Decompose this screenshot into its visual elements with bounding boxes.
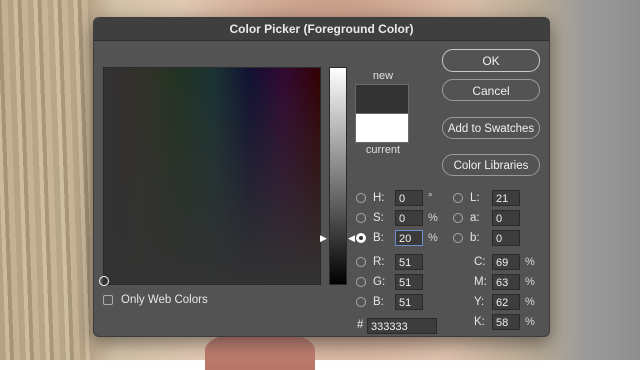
rgb-r-radio[interactable] xyxy=(356,257,366,267)
hsb-s-input[interactable]: 0 xyxy=(395,210,423,226)
lab-b-radio[interactable] xyxy=(453,233,463,243)
rgb-g-input[interactable]: 51 xyxy=(395,274,423,290)
hsb-h-label: H: xyxy=(373,192,385,204)
rgb-g-label: G: xyxy=(373,276,386,288)
new-color-swatch xyxy=(355,84,409,113)
rgb-r-input[interactable]: 51 xyxy=(395,254,423,270)
rgb-b-input[interactable]: 51 xyxy=(395,294,423,310)
current-color-label: current xyxy=(365,144,401,156)
hsb-s-radio[interactable] xyxy=(356,213,366,223)
cmyk-m-label: M: xyxy=(474,276,487,288)
only-web-colors-checkbox[interactable] xyxy=(103,295,113,305)
brightness-slider[interactable] xyxy=(329,67,347,285)
lab-l-radio[interactable] xyxy=(453,193,463,203)
ok-button[interactable]: OK xyxy=(442,49,540,72)
cmyk-c-label: C: xyxy=(474,256,486,268)
new-color-label: new xyxy=(372,70,394,82)
cmyk-m-unit: % xyxy=(525,276,535,288)
cmyk-k-label: K: xyxy=(474,316,485,328)
dialog-title: Color Picker (Foreground Color) xyxy=(94,18,549,41)
lab-b-input[interactable]: 0 xyxy=(492,230,520,246)
hsb-b-radio[interactable] xyxy=(356,233,366,243)
cmyk-y-unit: % xyxy=(525,296,535,308)
lab-l-input[interactable]: 21 xyxy=(492,190,520,206)
lab-a-radio[interactable] xyxy=(453,213,463,223)
slider-right-arrow-icon[interactable]: ◀ xyxy=(348,233,355,244)
hsb-h-input[interactable]: 0 xyxy=(395,190,423,206)
lab-a-label: a: xyxy=(470,212,480,224)
background-hair xyxy=(0,0,90,360)
cmyk-y-label: Y: xyxy=(474,296,485,308)
color-field-cursor[interactable] xyxy=(99,276,109,286)
slider-left-arrow-icon[interactable]: ▶ xyxy=(320,233,327,244)
cmyk-k-unit: % xyxy=(525,316,535,328)
hsb-s-label: S: xyxy=(373,212,384,224)
lab-a-input[interactable]: 0 xyxy=(492,210,520,226)
hex-input[interactable]: 333333 xyxy=(367,318,437,334)
add-to-swatches-button[interactable]: Add to Swatches xyxy=(442,117,540,139)
color-picker-dialog: Color Picker (Foreground Color) ▶ ◀ new … xyxy=(93,17,550,337)
hsb-h-radio[interactable] xyxy=(356,193,366,203)
color-libraries-button[interactable]: Color Libraries xyxy=(442,154,540,176)
rgb-b-radio[interactable] xyxy=(356,297,366,307)
current-color-swatch[interactable] xyxy=(355,113,409,143)
cmyk-k-input[interactable]: 58 xyxy=(492,314,520,330)
only-web-colors-label: Only Web Colors xyxy=(121,294,208,306)
hsb-b-unit: % xyxy=(428,232,438,244)
color-field[interactable] xyxy=(103,67,321,285)
lab-l-label: L: xyxy=(470,192,480,204)
hex-prefix: # xyxy=(357,319,364,331)
hsb-s-unit: % xyxy=(428,212,438,224)
rgb-g-radio[interactable] xyxy=(356,277,366,287)
cmyk-m-input[interactable]: 63 xyxy=(492,274,520,290)
cmyk-c-unit: % xyxy=(525,256,535,268)
hsb-b-label: B: xyxy=(373,232,384,244)
cancel-button[interactable]: Cancel xyxy=(442,79,540,101)
cmyk-c-input[interactable]: 69 xyxy=(492,254,520,270)
rgb-b-label: B: xyxy=(373,296,384,308)
hsb-h-unit: ° xyxy=(428,192,433,204)
lab-b-label: b: xyxy=(470,232,480,244)
hsb-b-input[interactable]: 20 xyxy=(395,230,423,246)
cmyk-y-input[interactable]: 62 xyxy=(492,294,520,310)
rgb-r-label: R: xyxy=(373,256,385,268)
